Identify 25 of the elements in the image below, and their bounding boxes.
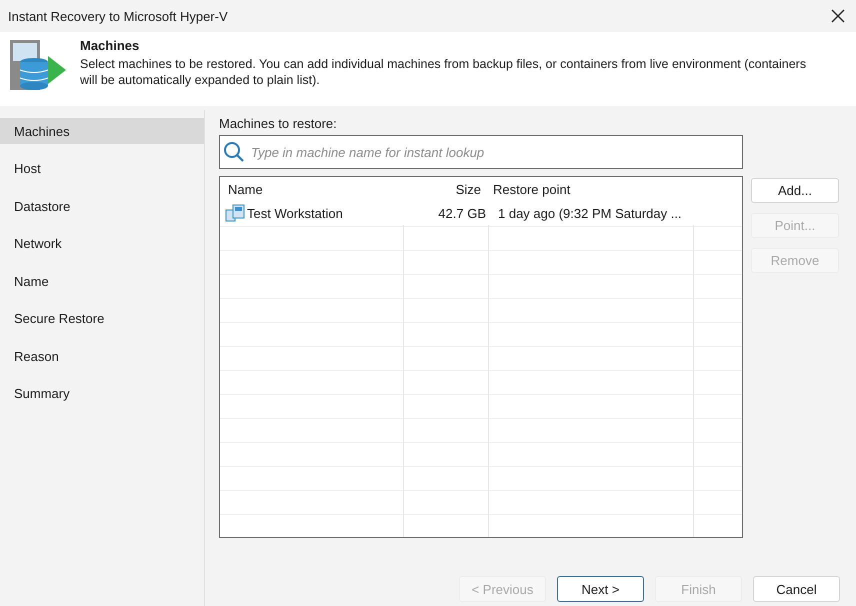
column-header[interactable]: Name: [220, 182, 403, 196]
table-cell-text: 42.7 GB: [437, 206, 487, 220]
column-header[interactable]: Size: [403, 182, 487, 196]
sidebar-item[interactable]: Secure Restore: [0, 306, 204, 332]
wizard-button[interactable]: Cancel: [753, 576, 840, 602]
search-icon: [223, 141, 245, 163]
computer-icon: [225, 204, 245, 222]
side-button[interactable]: Add...: [751, 178, 839, 203]
sidebar-item[interactable]: Host: [0, 156, 204, 182]
close-icon[interactable]: [830, 8, 846, 24]
page-description: Select machines to be restored. You can add individual machines from backup files, or containers from live environment (containers will be automatically expanded to plain list).: [80, 56, 808, 88]
window-title: Instant Recovery to Microsoft Hyper-V: [8, 8, 228, 24]
section-label: Machines to restore:: [219, 116, 338, 131]
search-field[interactable]: Type in machine name for instant lookup: [219, 135, 743, 169]
page-title: Machines: [80, 38, 140, 53]
sidebar-item[interactable]: Reason: [0, 343, 204, 369]
wizard-button[interactable]: Next >: [557, 576, 644, 602]
sidebar-item[interactable]: Name: [0, 268, 204, 294]
sidebar-item[interactable]: Network: [0, 230, 204, 256]
sidebar-item[interactable]: Machines: [0, 118, 204, 144]
column-header[interactable]: Restore point: [487, 182, 692, 196]
sidebar-item[interactable]: Summary: [0, 380, 204, 406]
table-cell-text: 1 day ago (9:32 PM Saturday ...: [497, 206, 683, 220]
table-cell: Test Workstation: [247, 206, 343, 220]
sidebar-item[interactable]: Datastore: [0, 193, 204, 219]
